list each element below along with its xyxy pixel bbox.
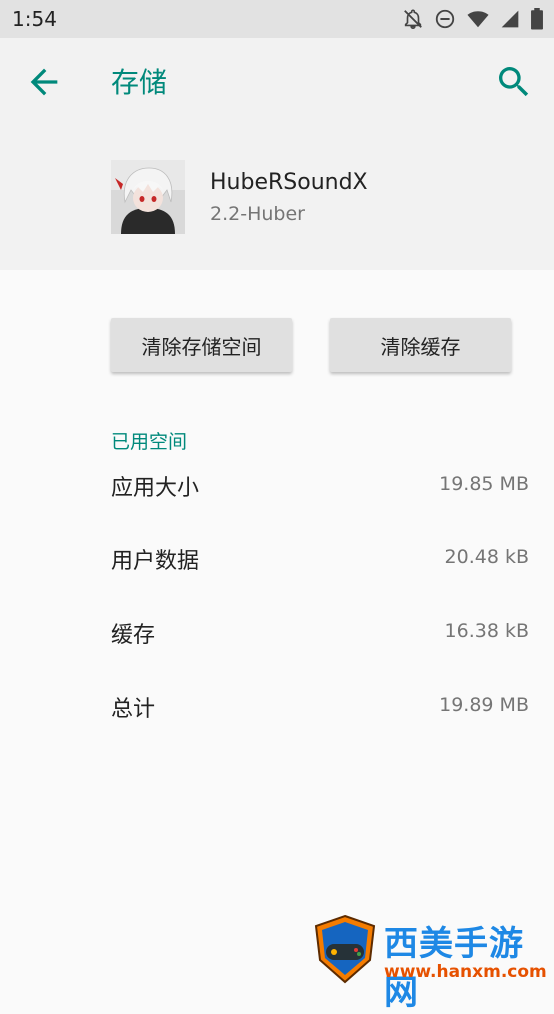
clear-storage-button[interactable]: 清除存储空间: [111, 318, 292, 372]
clear-cache-button[interactable]: 清除缓存: [330, 318, 511, 372]
app-bar: 存储: [0, 38, 554, 124]
storage-row-app-size: 应用大小 19.85 MB: [111, 470, 529, 510]
page-title: 存储: [111, 66, 168, 99]
storage-row-cache: 缓存 16.38 kB: [111, 617, 529, 657]
status-icons: [402, 8, 544, 30]
back-button[interactable]: [24, 62, 64, 102]
storage-row-total: 总计 19.89 MB: [111, 691, 529, 731]
watermark-url: www.hanxm.com: [384, 962, 547, 982]
storage-row-value: 16.38 kB: [444, 620, 529, 642]
app-version: 2.2-Huber: [210, 203, 305, 225]
wifi-icon: [467, 11, 489, 28]
app-name: HubeRSoundX: [210, 170, 368, 195]
search-button[interactable]: [494, 62, 534, 102]
gamepad-shield-icon: [314, 914, 376, 984]
battery-icon: [531, 8, 543, 30]
app-icon: [111, 160, 185, 234]
status-time: 1:54: [12, 7, 57, 31]
status-bar: 1:54: [0, 0, 554, 38]
search-icon: [499, 67, 529, 97]
storage-row-user-data: 用户数据 20.48 kB: [111, 543, 529, 583]
storage-row-label: 缓存: [111, 623, 156, 648]
site-watermark: 西美手游网 www.hanxm.com: [310, 912, 554, 1013]
notifications-off-icon: [404, 9, 422, 29]
signal-icon: [501, 10, 519, 28]
storage-row-value: 20.48 kB: [444, 546, 529, 568]
back-arrow-icon: [30, 68, 58, 96]
app-header: HubeRSoundX 2.2-Huber: [0, 124, 554, 270]
storage-row-value: 19.89 MB: [439, 694, 529, 716]
storage-row-label: 应用大小: [111, 476, 200, 501]
do-not-disturb-icon: [435, 9, 455, 29]
storage-row-label: 总计: [111, 697, 156, 722]
storage-row-label: 用户数据: [111, 549, 200, 574]
used-space-section-title: 已用空间: [111, 431, 188, 453]
storage-row-value: 19.85 MB: [439, 473, 529, 495]
